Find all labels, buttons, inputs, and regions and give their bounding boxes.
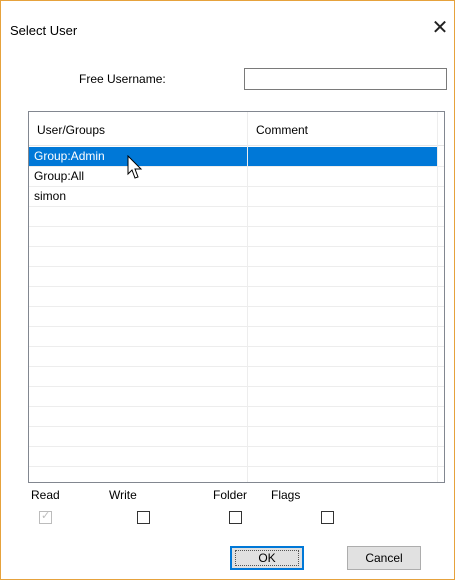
folder-label: Folder [213, 488, 248, 502]
row-comment-cell [247, 187, 437, 206]
empty-row [29, 267, 444, 287]
row-comment-cell [247, 167, 437, 186]
column-header-user-groups[interactable]: User/Groups [29, 112, 247, 146]
empty-row [29, 307, 444, 327]
column-header-comment[interactable]: Comment [247, 112, 437, 146]
mouse-pointer-icon [127, 155, 143, 179]
free-username-label: Free Username: [79, 72, 166, 86]
empty-row [29, 207, 444, 227]
list-row-group-all[interactable]: Group:All [29, 167, 444, 187]
row-comment-cell [247, 147, 437, 166]
column-divider [437, 112, 438, 482]
flags-checkbox[interactable] [321, 511, 334, 524]
list-header: User/Groups Comment [29, 112, 444, 146]
write-label: Write [109, 488, 137, 502]
flags-label: Flags [271, 488, 301, 502]
close-icon[interactable]: ✕ [429, 17, 451, 39]
column-divider [247, 112, 248, 482]
list-row-group-admin[interactable]: Group:Admin [29, 147, 444, 167]
list-rows: Group:Admin Group:All simon [29, 147, 444, 482]
empty-row [29, 327, 444, 347]
user-groups-list[interactable]: User/Groups Comment Group:Admin Group:Al… [28, 111, 445, 483]
empty-row [29, 467, 444, 482]
cancel-button[interactable]: Cancel [347, 546, 421, 570]
read-label: Read [31, 488, 60, 502]
empty-row [29, 407, 444, 427]
checkmark-icon: ✓ [41, 510, 51, 522]
dialog-title: Select User [10, 23, 78, 38]
empty-row [29, 427, 444, 447]
list-row-simon[interactable]: simon [29, 187, 444, 207]
empty-row [29, 387, 444, 407]
empty-row [29, 367, 444, 387]
ok-button[interactable]: OK [230, 546, 304, 570]
free-username-input[interactable] [244, 68, 447, 90]
read-checkbox[interactable]: ✓ [39, 510, 52, 524]
column-header-filler [437, 112, 444, 146]
select-user-dialog: Select User ✕ Free Username: User/Groups… [0, 0, 455, 580]
empty-row [29, 227, 444, 247]
empty-row [29, 447, 444, 467]
focus-rectangle [235, 550, 299, 566]
cancel-button-label: Cancel [365, 551, 403, 565]
row-user-cell: simon [34, 189, 67, 203]
empty-row [29, 247, 444, 267]
empty-row [29, 287, 444, 307]
folder-checkbox[interactable] [229, 511, 242, 524]
write-checkbox[interactable] [137, 511, 150, 524]
empty-row [29, 347, 444, 367]
